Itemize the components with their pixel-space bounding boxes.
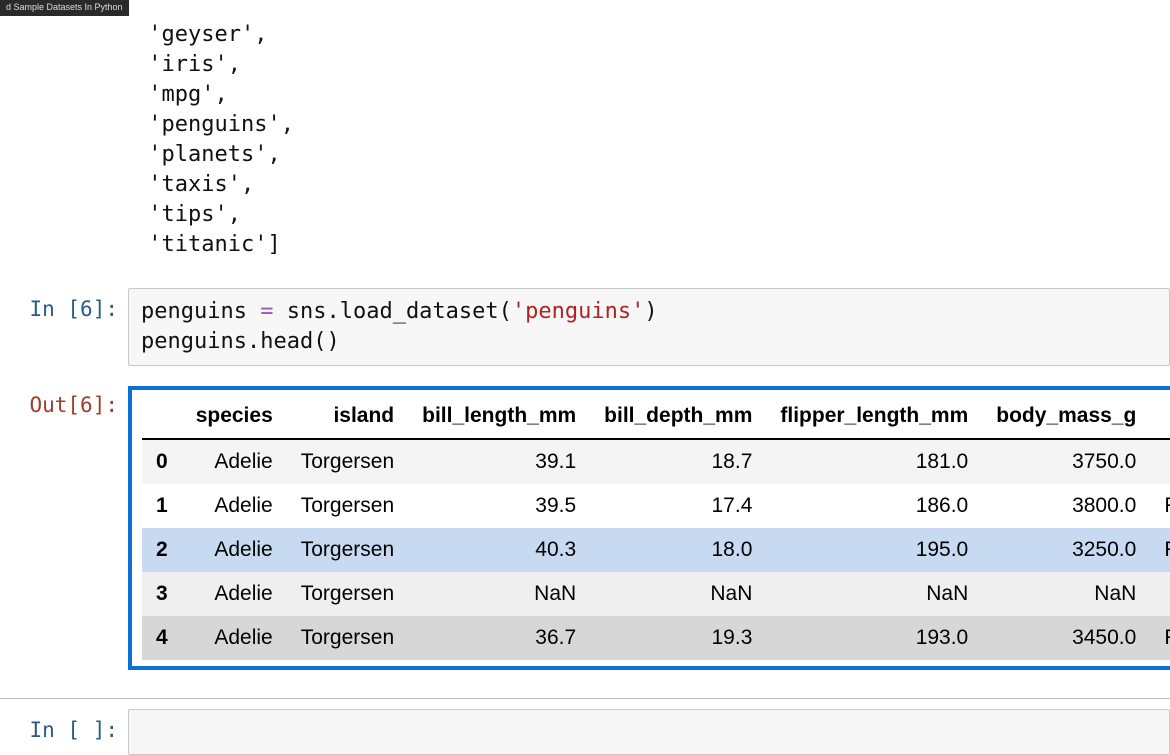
row-index: 2 (142, 528, 182, 572)
cell: Torgersen (287, 616, 408, 660)
cell: Adelie (182, 484, 287, 528)
cell: 19.3 (590, 616, 766, 660)
cell: 181.0 (766, 439, 982, 484)
output-line: 'tips', (148, 202, 241, 227)
row-index: 1 (142, 484, 182, 528)
cell: 186.0 (766, 484, 982, 528)
cell: 3450.0 (982, 616, 1150, 660)
cell: 39.1 (408, 439, 590, 484)
output-line: 'planets', (148, 142, 280, 167)
cell: Adelie (182, 616, 287, 660)
cell: NaN (1150, 572, 1170, 616)
code-cell-6: In [6]: penguins = sns.load_dataset('pen… (0, 288, 1170, 366)
output-cell-6: Out[6]: species island bill_length_mm bi… (0, 384, 1170, 670)
table-row: 3 Adelie Torgersen NaN NaN NaN NaN NaN (142, 572, 1170, 616)
in-prompt-6: In [6]: (0, 288, 128, 323)
code-input-empty[interactable] (128, 709, 1170, 755)
code-token: .head() (247, 329, 340, 354)
cell: Adelie (182, 439, 287, 484)
row-index: 0 (142, 439, 182, 484)
index-header (142, 394, 182, 439)
cell: 193.0 (766, 616, 982, 660)
col-header: flipper_length_mm (766, 394, 982, 439)
cell: 195.0 (766, 528, 982, 572)
cell: 18.7 (590, 439, 766, 484)
cell: Male (1150, 439, 1170, 484)
cell: Female (1150, 484, 1170, 528)
cell: NaN (408, 572, 590, 616)
cell: Female (1150, 528, 1170, 572)
cell: 39.5 (408, 484, 590, 528)
cell: Adelie (182, 572, 287, 616)
code-cell-empty: In [ ]: (0, 709, 1170, 755)
row-index: 4 (142, 616, 182, 660)
cell-separator (0, 698, 1170, 699)
code-token: 'penguins' (512, 299, 644, 324)
row-index: 3 (142, 572, 182, 616)
notebook-area: 'geyser', 'iris', 'mpg', 'penguins', 'pl… (0, 0, 1170, 755)
cell: 40.3 (408, 528, 590, 572)
output-line: 'mpg', (148, 82, 227, 107)
cell: 3750.0 (982, 439, 1150, 484)
col-header: bill_length_mm (408, 394, 590, 439)
cell: Torgersen (287, 572, 408, 616)
dataset-names-output: 'geyser', 'iris', 'mpg', 'penguins', 'pl… (135, 0, 1170, 260)
table-row: 1 Adelie Torgersen 39.5 17.4 186.0 3800.… (142, 484, 1170, 528)
cell: 36.7 (408, 616, 590, 660)
table-row: 4 Adelie Torgersen 36.7 19.3 193.0 3450.… (142, 616, 1170, 660)
table-row: 0 Adelie Torgersen 39.1 18.7 181.0 3750.… (142, 439, 1170, 484)
table-header-row: species island bill_length_mm bill_depth… (142, 394, 1170, 439)
cell: 17.4 (590, 484, 766, 528)
cell: 18.0 (590, 528, 766, 572)
dataframe-table: species island bill_length_mm bill_depth… (142, 394, 1170, 660)
col-header: bill_depth_mm (590, 394, 766, 439)
cell: Torgersen (287, 439, 408, 484)
output-line: 'taxis', (148, 172, 254, 197)
code-token: penguins (141, 329, 247, 354)
code-token: sns (287, 299, 327, 324)
table-row: 2 Adelie Torgersen 40.3 18.0 195.0 3250.… (142, 528, 1170, 572)
code-token: = (247, 299, 287, 324)
output-line: 'geyser', (148, 22, 267, 47)
out-prompt-6: Out[6]: (0, 384, 128, 419)
cell: Adelie (182, 528, 287, 572)
cell: NaN (982, 572, 1150, 616)
code-token: .load_dataset( (326, 299, 511, 324)
code-input-6[interactable]: penguins = sns.load_dataset('penguins') … (128, 288, 1170, 366)
code-token: ) (644, 299, 657, 324)
browser-tab-title: d Sample Datasets In Python (0, 0, 129, 16)
cell: Torgersen (287, 484, 408, 528)
in-prompt-empty: In [ ]: (0, 709, 128, 744)
cell: Female (1150, 616, 1170, 660)
cell: Torgersen (287, 528, 408, 572)
output-line: 'iris', (148, 52, 241, 77)
col-header: species (182, 394, 287, 439)
cell: 3250.0 (982, 528, 1150, 572)
cell: NaN (766, 572, 982, 616)
cell: 3800.0 (982, 484, 1150, 528)
col-header: island (287, 394, 408, 439)
dataframe-highlight-box: species island bill_length_mm bill_depth… (128, 386, 1170, 670)
col-header: body_mass_g (982, 394, 1150, 439)
code-token: penguins (141, 299, 247, 324)
output-line: 'penguins', (148, 112, 294, 137)
cell: NaN (590, 572, 766, 616)
col-header: sex (1150, 394, 1170, 439)
output-line: 'titanic'] (148, 232, 280, 257)
